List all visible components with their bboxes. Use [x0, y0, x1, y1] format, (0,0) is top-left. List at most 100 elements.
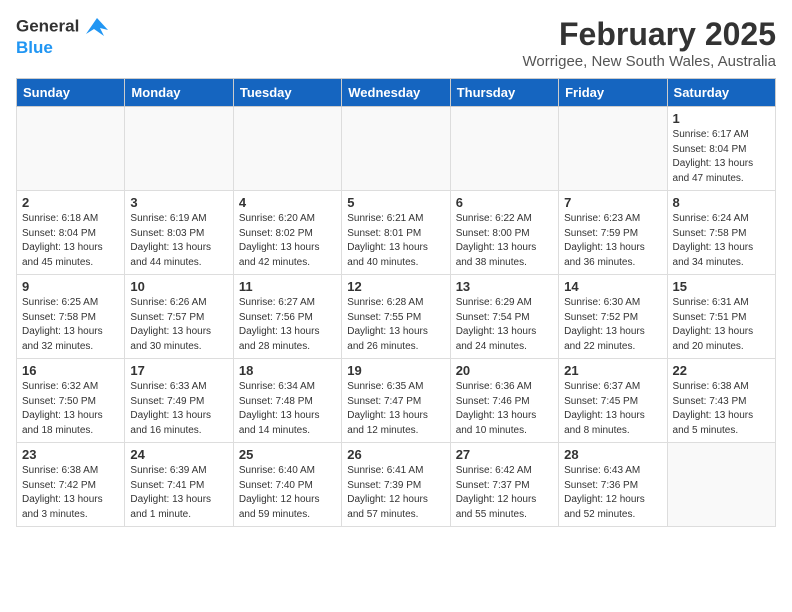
- calendar-cell: 9 Sunrise: 6:25 AM Sunset: 7:58 PM Daylig…: [17, 275, 125, 359]
- calendar-week-row: 16 Sunrise: 6:32 AM Sunset: 7:50 PM Dayli…: [17, 359, 776, 443]
- day-info: Sunrise: 6:40 AM Sunset: 7:40 PM Dayligh…: [239, 464, 336, 522]
- day-info: Sunrise: 6:38 AM Sunset: 7:42 PM Dayligh…: [22, 464, 119, 522]
- day-number: 13: [456, 279, 553, 294]
- weekday-header-thursday: Thursday: [450, 79, 558, 107]
- calendar-week-row: 2 Sunrise: 6:18 AM Sunset: 8:04 PM Daylig…: [17, 191, 776, 275]
- calendar-cell: 20 Sunrise: 6:36 AM Sunset: 7:46 PM Dayli…: [450, 359, 558, 443]
- calendar-cell: 12Sunrise: 6:28 AM Sunset: 7:55 PM Dayli…: [342, 275, 450, 359]
- day-number: 6: [456, 195, 553, 210]
- day-number: 22: [673, 363, 770, 378]
- calendar-cell: 8 Sunrise: 6:24 AM Sunset: 7:58 PM Daylig…: [667, 191, 775, 275]
- calendar-title: February 2025: [523, 16, 776, 53]
- calendar-cell: 26 Sunrise: 6:41 AM Sunset: 7:39 PM Dayli…: [342, 443, 450, 527]
- calendar-cell: 25 Sunrise: 6:40 AM Sunset: 7:40 PM Dayli…: [233, 443, 341, 527]
- day-number: 27: [456, 447, 553, 462]
- day-number: 15: [673, 279, 770, 294]
- day-info: Sunrise: 6:39 AM Sunset: 7:41 PM Dayligh…: [130, 464, 227, 522]
- day-info: Sunrise: 6:42 AM Sunset: 7:37 PM Dayligh…: [456, 464, 553, 522]
- calendar-cell: 28 Sunrise: 6:43 AM Sunset: 7:36 PM Dayli…: [559, 443, 667, 527]
- calendar-cell: 2 Sunrise: 6:18 AM Sunset: 8:04 PM Daylig…: [17, 191, 125, 275]
- day-info: Sunrise: 6:27 AM Sunset: 7:56 PM Dayligh…: [239, 296, 336, 354]
- calendar-cell: 24 Sunrise: 6:39 AM Sunset: 7:41 PM Dayli…: [125, 443, 233, 527]
- day-number: 14: [564, 279, 661, 294]
- day-number: 2: [22, 195, 119, 210]
- day-info: Sunrise: 6:43 AM Sunset: 7:36 PM Dayligh…: [564, 464, 661, 522]
- day-number: 19: [347, 363, 444, 378]
- day-number: 24: [130, 447, 227, 462]
- calendar-cell: [342, 107, 450, 191]
- calendar-cell: [559, 107, 667, 191]
- calendar-cell: [450, 107, 558, 191]
- calendar-cell: 6 Sunrise: 6:22 AM Sunset: 8:00 PM Daylig…: [450, 191, 558, 275]
- calendar-cell: 22 Sunrise: 6:38 AM Sunset: 7:43 PM Dayli…: [667, 359, 775, 443]
- day-number: 28: [564, 447, 661, 462]
- day-info: Sunrise: 6:37 AM Sunset: 7:45 PM Dayligh…: [564, 380, 661, 438]
- calendar-cell: 3 Sunrise: 6:19 AM Sunset: 8:03 PM Daylig…: [125, 191, 233, 275]
- day-info: Sunrise: 6:19 AM Sunset: 8:03 PM Dayligh…: [130, 212, 227, 270]
- calendar-cell: 15Sunrise: 6:31 AM Sunset: 7:51 PM Dayli…: [667, 275, 775, 359]
- day-number: 21: [564, 363, 661, 378]
- weekday-header-sunday: Sunday: [17, 79, 125, 107]
- day-info: Sunrise: 6:32 AM Sunset: 7:50 PM Dayligh…: [22, 380, 119, 438]
- calendar-cell: 11 Sunrise: 6:27 AM Sunset: 7:56 PM Dayli…: [233, 275, 341, 359]
- weekday-header-row: SundayMondayTuesdayWednesdayThursdayFrid…: [17, 79, 776, 107]
- day-number: 25: [239, 447, 336, 462]
- calendar-week-row: 9 Sunrise: 6:25 AM Sunset: 7:58 PM Daylig…: [17, 275, 776, 359]
- weekday-header-monday: Monday: [125, 79, 233, 107]
- day-info: Sunrise: 6:29 AM Sunset: 7:54 PM Dayligh…: [456, 296, 553, 354]
- calendar-cell: 1 Sunrise: 6:17 AM Sunset: 8:04 PM Daylig…: [667, 107, 775, 191]
- day-info: Sunrise: 6:21 AM Sunset: 8:01 PM Dayligh…: [347, 212, 444, 270]
- day-info: Sunrise: 6:38 AM Sunset: 7:43 PM Dayligh…: [673, 380, 770, 438]
- calendar-cell: 14Sunrise: 6:30 AM Sunset: 7:52 PM Dayli…: [559, 275, 667, 359]
- calendar-cell: [233, 107, 341, 191]
- day-number: 26: [347, 447, 444, 462]
- day-info: Sunrise: 6:36 AM Sunset: 7:46 PM Dayligh…: [456, 380, 553, 438]
- day-info: Sunrise: 6:24 AM Sunset: 7:58 PM Dayligh…: [673, 212, 770, 270]
- day-number: 3: [130, 195, 227, 210]
- weekday-header-tuesday: Tuesday: [233, 79, 341, 107]
- day-number: 9: [22, 279, 119, 294]
- calendar-cell: [17, 107, 125, 191]
- day-info: Sunrise: 6:25 AM Sunset: 7:58 PM Dayligh…: [22, 296, 119, 354]
- logo-bird-icon: [86, 16, 108, 38]
- weekday-header-friday: Friday: [559, 79, 667, 107]
- day-info: Sunrise: 6:18 AM Sunset: 8:04 PM Dayligh…: [22, 212, 119, 270]
- calendar-cell: 21 Sunrise: 6:37 AM Sunset: 7:45 PM Dayli…: [559, 359, 667, 443]
- day-info: Sunrise: 6:41 AM Sunset: 7:39 PM Dayligh…: [347, 464, 444, 522]
- calendar-subtitle: Worrigee, New South Wales, Australia: [523, 53, 776, 70]
- calendar-cell: 5 Sunrise: 6:21 AM Sunset: 8:01 PM Daylig…: [342, 191, 450, 275]
- logo-line1: General: [16, 16, 79, 35]
- day-info: Sunrise: 6:33 AM Sunset: 7:49 PM Dayligh…: [130, 380, 227, 438]
- day-info: Sunrise: 6:23 AM Sunset: 7:59 PM Dayligh…: [564, 212, 661, 270]
- calendar-cell: 10 Sunrise: 6:26 AM Sunset: 7:57 PM Dayli…: [125, 275, 233, 359]
- calendar-cell: 7 Sunrise: 6:23 AM Sunset: 7:59 PM Daylig…: [559, 191, 667, 275]
- day-info: Sunrise: 6:26 AM Sunset: 7:57 PM Dayligh…: [130, 296, 227, 354]
- calendar-week-row: 23 Sunrise: 6:38 AM Sunset: 7:42 PM Dayli…: [17, 443, 776, 527]
- weekday-header-saturday: Saturday: [667, 79, 775, 107]
- calendar-cell: 27 Sunrise: 6:42 AM Sunset: 7:37 PM Dayli…: [450, 443, 558, 527]
- calendar-cell: 19 Sunrise: 6:35 AM Sunset: 7:47 PM Dayli…: [342, 359, 450, 443]
- calendar-table: SundayMondayTuesdayWednesdayThursdayFrid…: [16, 78, 776, 527]
- day-number: 5: [347, 195, 444, 210]
- calendar-cell: [125, 107, 233, 191]
- day-info: Sunrise: 6:22 AM Sunset: 8:00 PM Dayligh…: [456, 212, 553, 270]
- day-number: 1: [673, 111, 770, 126]
- day-info: Sunrise: 6:34 AM Sunset: 7:48 PM Dayligh…: [239, 380, 336, 438]
- calendar-cell: 23 Sunrise: 6:38 AM Sunset: 7:42 PM Dayli…: [17, 443, 125, 527]
- day-info: Sunrise: 6:17 AM Sunset: 8:04 PM Dayligh…: [673, 128, 770, 186]
- day-number: 16: [22, 363, 119, 378]
- day-number: 7: [564, 195, 661, 210]
- calendar-cell: 18Sunrise: 6:34 AM Sunset: 7:48 PM Dayli…: [233, 359, 341, 443]
- day-number: 23: [22, 447, 119, 462]
- calendar-week-row: 1 Sunrise: 6:17 AM Sunset: 8:04 PM Daylig…: [17, 107, 776, 191]
- calendar-cell: 4Sunrise: 6:20 AM Sunset: 8:02 PM Daylig…: [233, 191, 341, 275]
- calendar-cell: [667, 443, 775, 527]
- day-info: Sunrise: 6:35 AM Sunset: 7:47 PM Dayligh…: [347, 380, 444, 438]
- day-number: 12: [347, 279, 444, 294]
- day-number: 20: [456, 363, 553, 378]
- day-number: 8: [673, 195, 770, 210]
- day-number: 11: [239, 279, 336, 294]
- title-section: February 2025 Worrigee, New South Wales,…: [523, 16, 776, 70]
- logo-line2: Blue: [16, 38, 108, 58]
- day-number: 10: [130, 279, 227, 294]
